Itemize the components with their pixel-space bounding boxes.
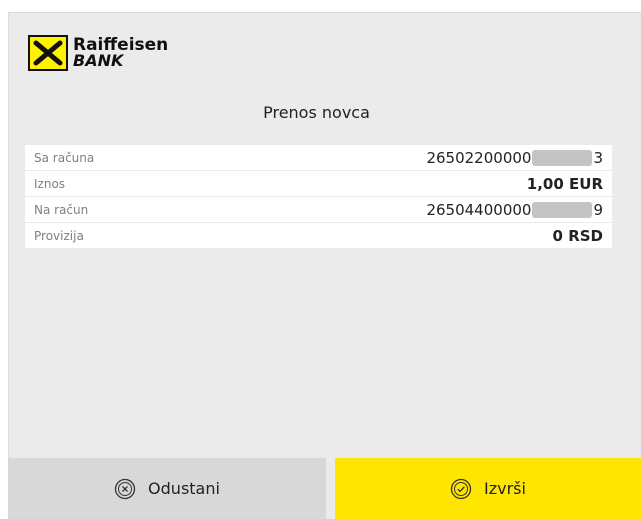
confirm-button[interactable]: Izvrši — [335, 458, 641, 519]
detail-row-from-account: Sa računa 26502200000 3 — [25, 145, 612, 170]
detail-row-amount: Iznos 1,00 EUR — [25, 171, 612, 196]
page-title: Prenos novca — [263, 103, 370, 122]
cancel-label: Odustani — [148, 479, 220, 498]
detail-label: Iznos — [34, 176, 66, 191]
detail-label: Provizija — [34, 228, 84, 243]
raiffeisen-gable-icon — [28, 35, 68, 71]
detail-value: 26504400000 9 — [426, 201, 603, 219]
transfer-panel — [8, 12, 641, 519]
masked-digits — [532, 201, 593, 218]
account-suffix: 9 — [593, 200, 603, 219]
detail-row-fee: Provizija 0 RSD — [25, 223, 612, 248]
bank-logo: Raiffeisen BANK — [28, 33, 168, 73]
cancel-button[interactable]: Odustani — [8, 458, 326, 519]
detail-label: Na račun — [34, 202, 89, 217]
confirm-label: Izvrši — [484, 479, 526, 498]
detail-row-to-account: Na račun 26504400000 9 — [25, 197, 612, 222]
detail-value: 0 RSD — [552, 226, 603, 245]
check-circle-icon — [450, 478, 472, 499]
account-suffix: 3 — [593, 148, 603, 167]
detail-label: Sa računa — [34, 150, 95, 165]
masked-digits — [532, 149, 593, 166]
account-prefix: 26504400000 — [426, 200, 532, 219]
detail-value: 1,00 EUR — [526, 174, 603, 193]
transfer-details: Sa računa 26502200000 3 Iznos 1,00 EUR N… — [25, 145, 612, 249]
logo-bank: BANK — [73, 51, 124, 70]
detail-value: 26502200000 3 — [426, 149, 603, 167]
x-circle-icon — [114, 478, 136, 499]
account-prefix: 26502200000 — [426, 148, 532, 167]
